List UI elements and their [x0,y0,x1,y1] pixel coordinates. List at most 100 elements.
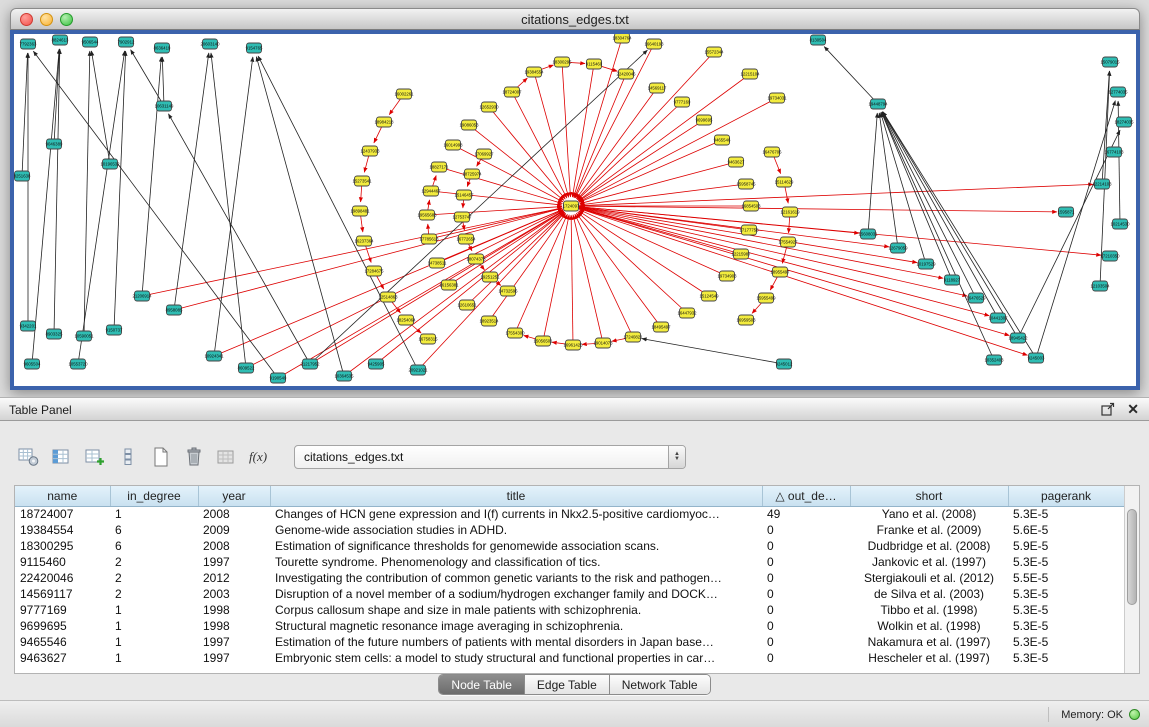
graph-edge[interactable] [580,184,746,205]
graph-edge[interactable] [258,56,418,370]
close-panel-icon[interactable]: ✕ [1127,402,1139,416]
tab-edge-table[interactable]: Edge Table [525,675,610,694]
graph-edge[interactable] [571,206,967,296]
table-row[interactable]: 1456911722003Disruption of a novel membe… [15,586,1124,602]
graph-edge[interactable] [571,206,1101,255]
graph-edge[interactable] [344,211,564,376]
row-options-button[interactable] [115,444,141,470]
graph-edge[interactable] [571,206,1057,212]
zoom-window-button[interactable] [60,13,73,26]
graph-edge[interactable] [142,57,161,296]
import-table-button[interactable] [214,444,240,470]
graph-edge[interactable] [881,112,952,280]
tab-node-table[interactable]: Node Table [439,675,525,694]
graph-edge[interactable] [1018,130,1120,338]
graph-edge[interactable] [91,51,110,164]
cell-out_degree: 0 [762,634,850,650]
column-header-in_degree[interactable]: in_degree [110,486,198,506]
cell-name: 14569117 [15,586,110,602]
graph-edge[interactable] [469,125,564,200]
graph-edge[interactable] [571,184,1093,206]
graph-edge[interactable] [33,51,278,378]
graph-edge[interactable] [642,339,784,364]
cell-name: 9465546 [15,634,110,650]
create-column-button[interactable] [82,444,108,470]
table-row[interactable]: 1872400712008Changes of HCN gene express… [15,506,1124,522]
graph-edge[interactable] [431,191,562,205]
column-header-title[interactable]: title [270,486,762,506]
graph-edge[interactable] [162,57,164,106]
graph-edge[interactable] [22,53,28,176]
graph-edge[interactable] [580,208,741,254]
cell-year: 1998 [198,602,270,618]
column-header-short[interactable]: short [850,486,1008,506]
graph-edge[interactable] [579,211,709,296]
graph-edge[interactable] [881,113,926,264]
cell-name: 19384554 [15,522,110,538]
graph-edge[interactable] [211,53,246,368]
graph-edge[interactable] [882,112,976,298]
graph-node-label: 12679059 [888,246,908,251]
graph-edge[interactable] [571,206,889,247]
table-scrollbar[interactable] [1124,486,1139,673]
graph-edge[interactable] [78,51,125,364]
graph-edge[interactable] [578,212,687,313]
graph-edge[interactable] [577,52,714,199]
graph-edge[interactable] [214,57,253,356]
graph-node-label: 16237364 [354,239,374,244]
graph-edge[interactable] [543,215,569,341]
table-row[interactable]: 2242004622012Investigating the contribut… [15,570,1124,586]
cell-out_degree: 0 [762,554,850,570]
table-scrollbar-thumb[interactable] [1127,509,1137,605]
graph-edge[interactable] [571,206,1009,335]
float-panel-icon[interactable] [1101,402,1115,416]
graph-edge[interactable] [256,57,344,376]
minimize-window-button[interactable] [40,13,53,26]
column-header-pagerank[interactable]: pagerank [1008,486,1124,506]
table-tab-bar: Node TableEdge TableNetwork Table [0,674,1149,695]
function-builder-button[interactable]: f(x) [247,444,273,470]
table-row[interactable]: 969969511998Structural magnetic resonanc… [15,618,1124,634]
network-view[interactable]: 1724097187240071938455418300295911546022… [10,30,1140,390]
graph-edge[interactable] [174,53,209,310]
close-window-button[interactable] [20,13,33,26]
network-table-select[interactable]: citations_edges.txt ▲▼ [294,445,686,469]
graph-edge[interactable] [578,102,682,200]
graph-edge[interactable] [576,213,661,327]
citation-network-canvas[interactable]: 1724097187240071938455418300295911546022… [14,34,1136,386]
graph-node-label: 20603140 [200,42,220,47]
delete-table-button[interactable] [181,444,207,470]
table-row[interactable]: 911546021997Tourette syndrome. Phenomeno… [15,554,1124,570]
table-row[interactable]: 946362711997Embryonic stem cells: a mode… [15,650,1124,666]
column-header-year[interactable]: year [198,486,270,506]
graph-edge[interactable] [571,215,573,345]
window-titlebar[interactable]: citations_edges.txt [10,8,1140,30]
show-columns-button[interactable] [49,444,75,470]
cell-in_degree: 2 [110,570,198,586]
graph-edge[interactable] [882,112,998,318]
new-file-button[interactable] [148,444,174,470]
graph-node-label: 12103504 [1090,284,1110,289]
graph-edge[interactable] [868,113,877,234]
cell-pagerank: 5.9E-5 [1008,538,1124,554]
graph-edge[interactable] [1036,101,1115,358]
table-row[interactable]: 1938455462009Genome-wide association stu… [15,522,1124,538]
graph-edge[interactable] [824,47,878,104]
cell-pagerank: 5.3E-5 [1008,618,1124,634]
table-row[interactable]: 946554611997Estimation of the future num… [15,634,1124,650]
table-row[interactable]: 1830029562008Estimation of significance … [15,538,1124,554]
cell-short: Wolkin et al. (1998) [850,618,1008,634]
graph-edge[interactable] [32,49,59,364]
graph-edge[interactable] [575,214,633,337]
graph-edge[interactable] [579,120,704,201]
graph-edge[interactable] [573,215,603,343]
cell-name: 18300295 [15,538,110,554]
graph-node-label: 7902912 [118,40,135,45]
column-header-out_degree[interactable]: △ out_de… [762,486,850,506]
column-header-name[interactable]: name [15,486,110,506]
table-row[interactable]: 977716911998Corpus callosum shape and si… [15,602,1124,618]
table-settings-button[interactable] [16,444,42,470]
graph-edge[interactable] [114,51,126,330]
graph-edge[interactable] [131,50,164,106]
tab-network-table[interactable]: Network Table [610,675,710,694]
